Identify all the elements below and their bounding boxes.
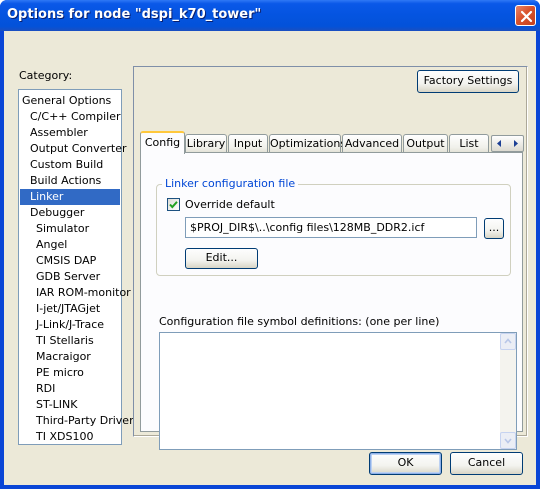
category-item-simulator[interactable]: Simulator <box>20 221 120 237</box>
category-item-i-jet[interactable]: I-jet/JTAGjet <box>20 301 120 317</box>
scroll-up-button[interactable] <box>500 333 516 350</box>
options-dialog: Options for node "dspi_k70_tower" Catego… <box>0 0 540 489</box>
override-default-label[interactable]: Override default <box>185 198 275 211</box>
category-item-general-options[interactable]: General Options <box>20 93 120 109</box>
scroll-down-icon <box>504 438 512 444</box>
dialog-client: Category: General Options C/C++ Compiler… <box>4 31 536 485</box>
arrow-left-icon[interactable] <box>492 136 507 151</box>
edit-button[interactable]: Edit... <box>185 248 258 269</box>
category-item-third-party-driver[interactable]: Third-Party Driver <box>20 413 134 429</box>
category-item-debugger[interactable]: Debugger <box>20 205 120 221</box>
scroll-up-icon <box>504 338 512 344</box>
tab-optimizations[interactable]: Optimizations <box>269 134 346 153</box>
symbol-definitions-label: Configuration file symbol definitions: (… <box>159 315 440 328</box>
category-item-st-link[interactable]: ST-LINK <box>20 397 120 413</box>
tab-list[interactable]: List <box>449 134 489 153</box>
title-bar[interactable]: Options for node "dspi_k70_tower" <box>0 0 540 31</box>
category-list[interactable]: General Options C/C++ Compiler Assembler… <box>18 89 134 445</box>
tab-scroll-buttons[interactable] <box>491 135 524 152</box>
linker-config-group: Linker configuration file Override defau… <box>156 177 511 276</box>
override-default-checkbox[interactable] <box>167 198 180 211</box>
category-item-pe-micro[interactable]: PE micro <box>20 365 120 381</box>
category-item-custom-build[interactable]: Custom Build <box>20 157 120 173</box>
factory-settings-button[interactable]: Factory Settings <box>417 70 519 93</box>
symbol-definitions-scrollbar[interactable] <box>500 333 516 449</box>
symbol-definitions-textarea[interactable] <box>159 332 517 450</box>
category-item-rdi[interactable]: RDI <box>20 381 120 397</box>
checkmark-icon <box>169 201 178 209</box>
ok-button[interactable]: OK <box>369 452 442 475</box>
category-item-angel[interactable]: Angel <box>20 237 120 253</box>
tab-library[interactable]: Library <box>185 134 227 153</box>
category-item-gdb-server[interactable]: GDB Server <box>20 269 120 285</box>
category-item-ti-stellaris[interactable]: TI Stellaris <box>20 333 120 349</box>
tab-output[interactable]: Output <box>403 134 448 153</box>
category-item-c-cpp-compiler[interactable]: C/C++ Compiler <box>20 109 121 125</box>
close-button[interactable] <box>515 5 536 26</box>
category-label: Category: <box>19 69 73 82</box>
category-item-build-actions[interactable]: Build Actions <box>20 173 120 189</box>
category-item-linker[interactable]: Linker <box>20 189 120 205</box>
browse-button[interactable]: ... <box>484 218 504 239</box>
category-item-output-converter[interactable]: Output Converter <box>20 141 127 157</box>
category-item-assembler[interactable]: Assembler <box>20 125 120 141</box>
category-item-macraigor[interactable]: Macraigor <box>20 349 120 365</box>
arrow-right-icon[interactable] <box>508 136 523 151</box>
tab-advanced[interactable]: Advanced <box>342 134 402 153</box>
config-tab-page: Linker configuration file Override defau… <box>140 152 523 450</box>
cancel-button[interactable]: Cancel <box>450 452 523 475</box>
tab-config[interactable]: Config <box>140 131 185 154</box>
scroll-down-button[interactable] <box>500 432 516 449</box>
category-item-iar-rom-monitor[interactable]: IAR ROM-monitor <box>20 285 131 301</box>
close-icon <box>520 10 533 23</box>
category-item-ti-xds100[interactable]: TI XDS100 <box>20 429 120 445</box>
linker-config-legend: Linker configuration file <box>162 177 299 190</box>
category-item-j-link[interactable]: J-Link/J-Trace <box>20 317 120 333</box>
tab-input[interactable]: Input <box>228 134 268 153</box>
dialog-title: Options for node "dspi_k70_tower" <box>7 7 262 22</box>
category-item-cmsis-dap[interactable]: CMSIS DAP <box>20 253 120 269</box>
linker-config-path-field[interactable]: $PROJ_DIR$\..\config files\128MB_DDR2.ic… <box>185 217 477 238</box>
